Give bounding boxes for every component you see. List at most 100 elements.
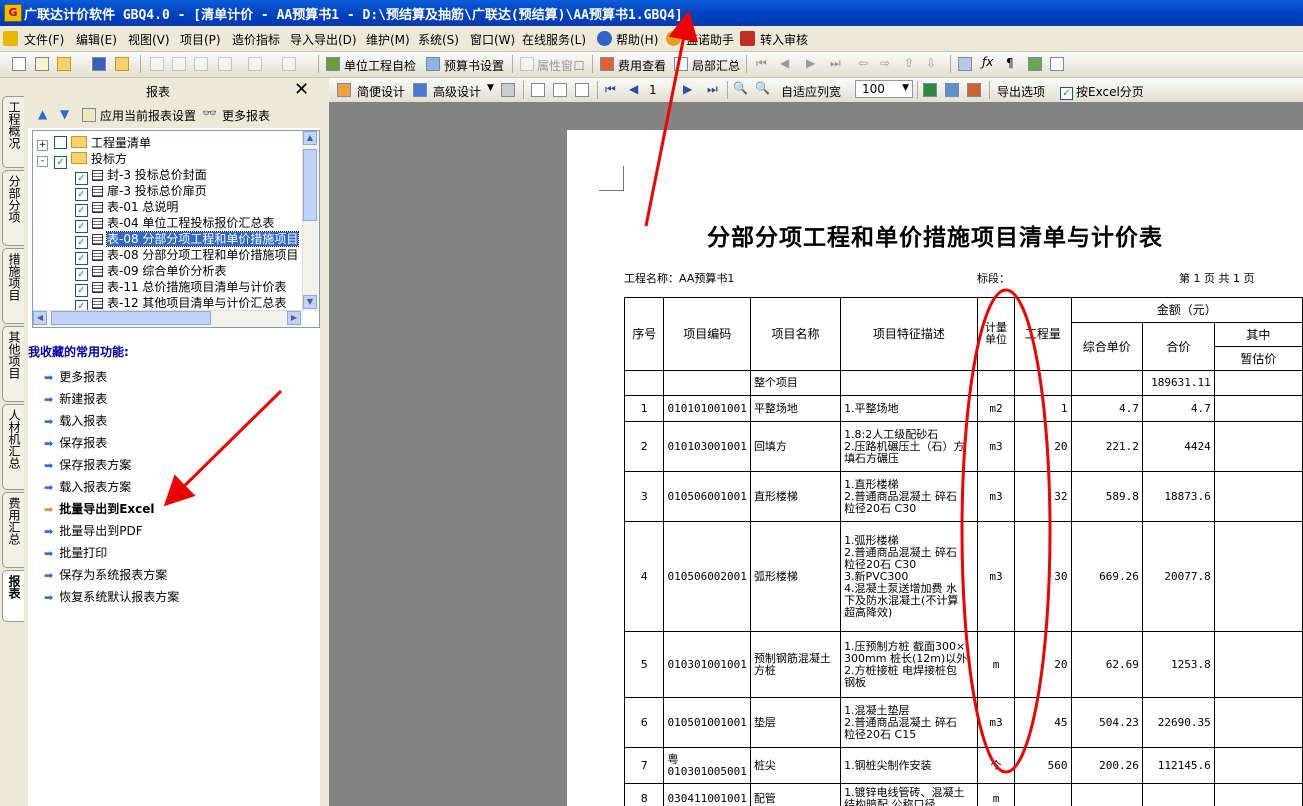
zoom-out-icon[interactable]: 🔍: [755, 81, 770, 95]
print-icon[interactable]: [501, 83, 515, 97]
tree-item[interactable]: + 工程量清单: [37, 135, 151, 151]
tree-horizontal-scrollbar[interactable]: ◀ ▶: [33, 310, 303, 327]
new-icon[interactable]: [12, 57, 26, 71]
tree-vertical-scrollbar[interactable]: ▲ ▼: [302, 131, 319, 311]
scroll-up-icon[interactable]: ▲: [303, 131, 317, 145]
scroll-left-icon[interactable]: ◀: [33, 311, 47, 325]
new-project-icon[interactable]: [35, 57, 49, 71]
last-page-icon[interactable]: ⏭: [707, 82, 718, 97]
close-icon[interactable]: ✕: [294, 79, 309, 100]
menu-file[interactable]: 文件(F): [24, 31, 64, 48]
single-page-icon[interactable]: [531, 83, 545, 97]
tree-item[interactable]: ✓ 表-12 其他项目清单与计价汇总表: [75, 295, 286, 313]
favorite-item[interactable]: ➡ 批量导出到Excel: [44, 500, 155, 517]
tab-measures[interactable]: 措施项目: [2, 248, 24, 324]
tab-reports[interactable]: 报表: [2, 570, 24, 622]
tree-item[interactable]: - ✓ 投标方: [37, 151, 127, 169]
menu-assistant[interactable]: 蓝诺助手: [686, 31, 734, 48]
tab-labor-material-machine[interactable]: 人材机汇总: [2, 404, 24, 490]
word-export-icon[interactable]: [945, 83, 959, 97]
tree-item[interactable]: ✓ 表-04 单位工程投标报价汇总表: [75, 215, 274, 233]
cube-icon[interactable]: [1028, 57, 1042, 71]
move-up-icon[interactable]: ▲: [38, 107, 47, 121]
favorite-item[interactable]: ➡ 批量打印: [44, 544, 107, 561]
two-page-icon[interactable]: [553, 83, 567, 97]
next-page-icon[interactable]: ▶: [683, 82, 692, 96]
unit-check-button[interactable]: 单位工程自检: [344, 57, 416, 74]
excel-paging-checkbox[interactable]: ✓: [1060, 83, 1077, 100]
favorite-item[interactable]: ➡ 恢复系统默认报表方案: [44, 588, 179, 605]
favorite-item[interactable]: ➡ 保存报表方案: [44, 456, 131, 473]
scroll-h-thumb[interactable]: [51, 311, 211, 325]
calculator-icon[interactable]: [958, 57, 972, 71]
save-icon[interactable]: [92, 57, 106, 71]
arrow-down-icon[interactable]: ⇩: [926, 56, 936, 70]
tab-sub-items[interactable]: 分部分项: [2, 170, 24, 246]
tree-item[interactable]: ✓ 扉-3 投标总价扉页: [75, 183, 207, 201]
list-icon[interactable]: [1050, 57, 1064, 71]
delete-icon[interactable]: [218, 57, 232, 71]
excel-export-icon[interactable]: [923, 83, 937, 97]
nav-last-icon[interactable]: ⏭: [830, 56, 841, 71]
scroll-thumb[interactable]: [303, 149, 317, 221]
tree-item[interactable]: ✓ 封-3 投标总价封面: [75, 167, 207, 185]
scroll-right-icon[interactable]: ▶: [287, 311, 301, 325]
tree-item[interactable]: ✓ 表-08 分部分项工程和单价措施项目: [75, 247, 298, 265]
paragraph-icon[interactable]: ¶: [1006, 56, 1014, 70]
nav-prev-icon[interactable]: ◀: [780, 56, 789, 70]
page-number-input[interactable]: 1: [649, 83, 657, 97]
favorite-item[interactable]: ➡ 新建报表: [44, 390, 107, 407]
menu-window[interactable]: 窗口(W): [470, 31, 515, 48]
redo-icon[interactable]: [282, 57, 296, 71]
menu-audit[interactable]: 转入审核: [760, 31, 808, 48]
report-preview[interactable]: 分部分项工程和单价措施项目清单与计价表 工程名称：AA预算书1 标段： 第 1 …: [329, 102, 1303, 806]
tree-item[interactable]: ✓ 表-01 总说明: [75, 199, 178, 217]
property-window-button[interactable]: 属性窗口: [537, 57, 585, 74]
tree-item[interactable]: ✓ 表-08 分部分项工程和单价措施项目: [75, 231, 300, 249]
menu-import-export[interactable]: 导入导出(D): [290, 31, 357, 48]
undo-icon[interactable]: [248, 57, 262, 71]
menu-system[interactable]: 系统(S): [418, 31, 459, 48]
advanced-design-button[interactable]: 高级设计: [433, 83, 481, 100]
budget-settings-button[interactable]: 预算书设置: [444, 57, 504, 74]
tree-item[interactable]: ✓ 表-09 综合单价分析表: [75, 263, 226, 281]
simple-design-button[interactable]: 简便设计: [357, 83, 405, 100]
arrow-left-icon[interactable]: ⇦: [858, 56, 868, 70]
tab-fee-summary[interactable]: 费用汇总: [2, 492, 24, 568]
expand-icon[interactable]: -: [37, 156, 48, 167]
favorite-item[interactable]: ➡ 更多报表: [44, 368, 107, 385]
zoom-select[interactable]: 100 ▼: [855, 80, 913, 98]
prev-page-icon[interactable]: ◀: [629, 82, 638, 96]
checkbox[interactable]: [54, 136, 67, 149]
nav-next-icon[interactable]: ▶: [806, 56, 815, 70]
tab-other-items[interactable]: 其他项目: [2, 326, 24, 402]
menu-view[interactable]: 视图(V): [128, 31, 170, 48]
copy-icon[interactable]: [172, 57, 186, 71]
checkbox[interactable]: ✓: [54, 156, 67, 169]
menu-edit[interactable]: 编辑(E): [76, 31, 117, 48]
fit-width-button[interactable]: 自适应列宽: [781, 83, 841, 100]
open-folder-icon[interactable]: [57, 57, 71, 71]
cut-icon[interactable]: [150, 57, 164, 71]
zoom-in-icon[interactable]: 🔍: [733, 81, 748, 95]
scroll-down-icon[interactable]: ▼: [303, 295, 317, 309]
more-reports-button[interactable]: 更多报表: [222, 107, 270, 124]
favorite-item[interactable]: ➡ 载入报表方案: [44, 478, 131, 495]
pdf-export-icon[interactable]: [967, 83, 981, 97]
favorite-item[interactable]: ➡ 保存报表: [44, 434, 107, 451]
folder-icon[interactable]: [115, 57, 129, 71]
doc-icon[interactable]: [3, 31, 18, 46]
menu-online[interactable]: 在线服务(L): [522, 31, 586, 48]
menu-cost-index[interactable]: 造价指标: [232, 31, 280, 48]
export-options-button[interactable]: 导出选项: [997, 83, 1045, 100]
move-down-icon[interactable]: ▼: [60, 107, 69, 121]
expand-icon[interactable]: +: [37, 140, 48, 151]
splitter[interactable]: [320, 78, 329, 806]
tree-item[interactable]: ✓ 表-11 总价措施项目清单与计价表: [75, 279, 286, 297]
app-icon[interactable]: G: [4, 4, 22, 22]
multi-page-icon[interactable]: [575, 83, 589, 97]
favorite-item[interactable]: ➡ 批量导出到PDF: [44, 522, 143, 539]
chevron-down-icon[interactable]: ▼: [487, 83, 494, 93]
formula-icon[interactable]: ƒx: [982, 55, 993, 69]
first-page-icon[interactable]: ⏮: [605, 82, 616, 97]
